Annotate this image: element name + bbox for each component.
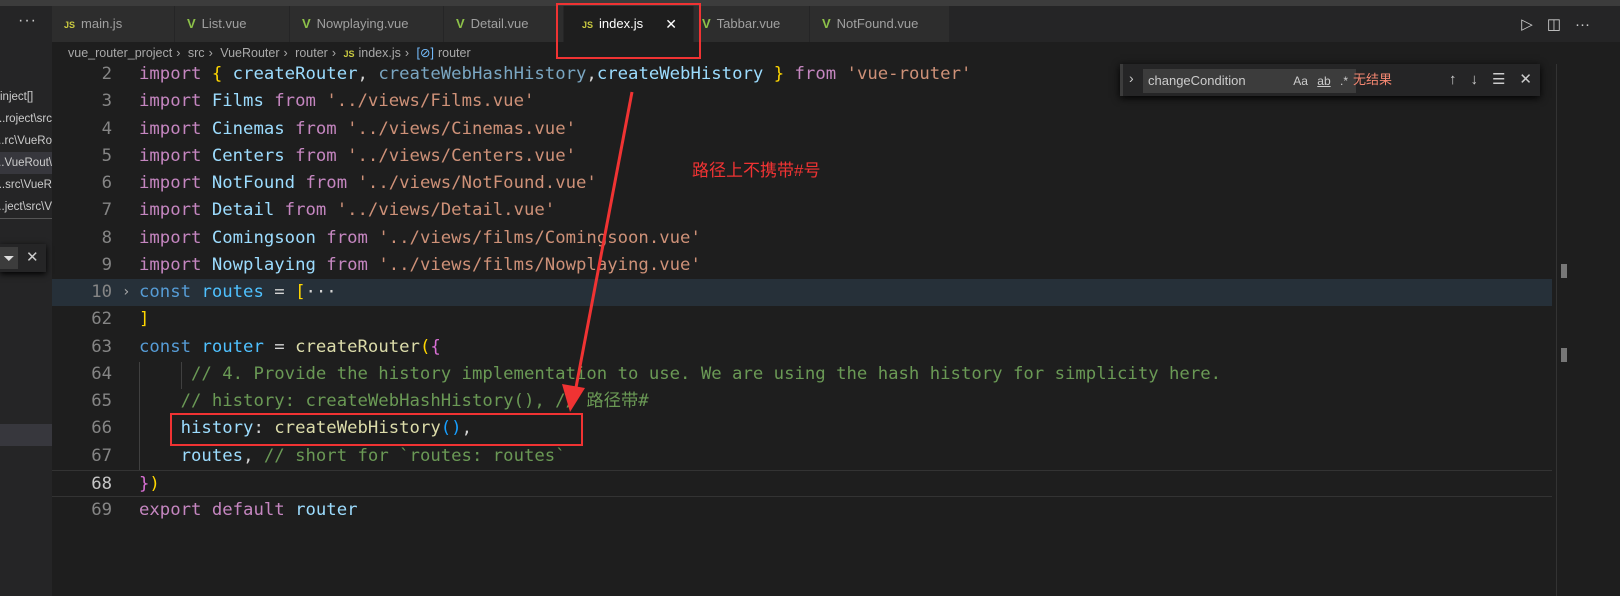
annotation-arrow — [562, 91, 634, 412]
arrow-head — [562, 384, 585, 412]
arrow-line — [572, 91, 634, 399]
vertical-scrollbar[interactable] — [1556, 64, 1570, 596]
